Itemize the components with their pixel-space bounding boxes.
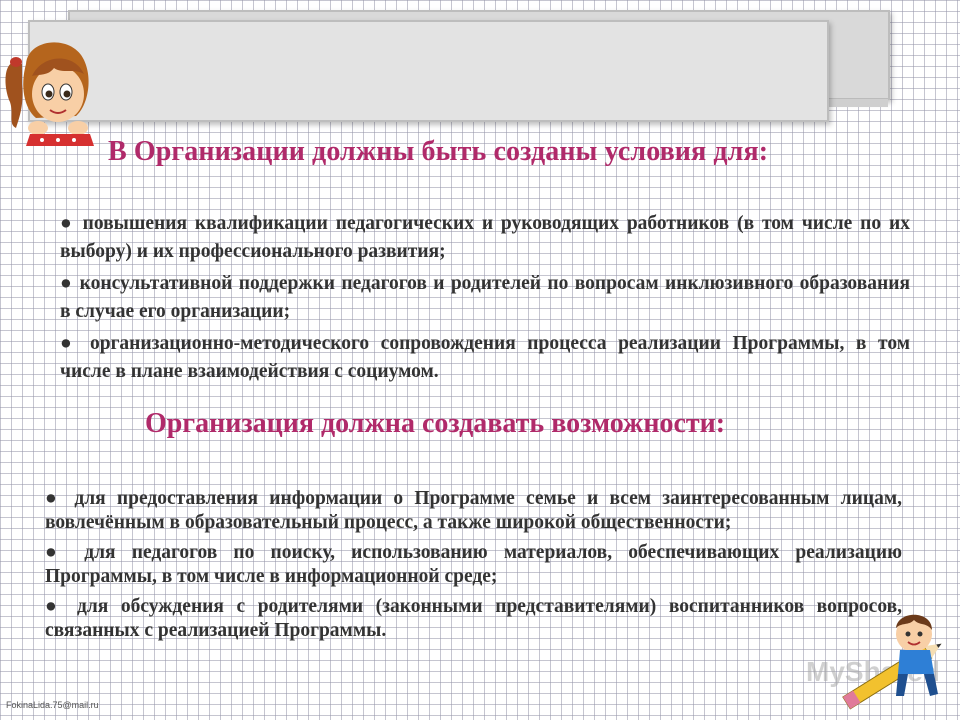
conditions-list-item: ● повышения квалификации педагогических …	[60, 213, 910, 262]
conditions-heading: В Организации должны быть созданы услови…	[108, 136, 769, 167]
opportunities-heading: Организация должна создавать возможности…	[145, 408, 726, 439]
conditions-list: ● повышения квалификации педагогических …	[60, 210, 910, 390]
footer-email: FokinaLida.75@mail.ru	[6, 700, 99, 710]
opportunities-list-item: ● для обсуждения с родителями (законными…	[45, 596, 902, 641]
opportunities-list-item: ● для педагогов по поиску, использованию…	[45, 542, 902, 587]
conditions-list-item: ● консультативной поддержки педагогов и …	[60, 273, 910, 322]
boy-with-pencil-icon	[842, 614, 942, 710]
conditions-list-item: ● организационно-методического сопровожд…	[60, 333, 910, 382]
header-panel-front	[28, 20, 829, 122]
girl-illustration-icon	[5, 42, 94, 146]
opportunities-list: ● для предоставления информации о Програ…	[45, 487, 902, 649]
opportunities-list-item: ● для предоставления информации о Програ…	[45, 488, 902, 533]
